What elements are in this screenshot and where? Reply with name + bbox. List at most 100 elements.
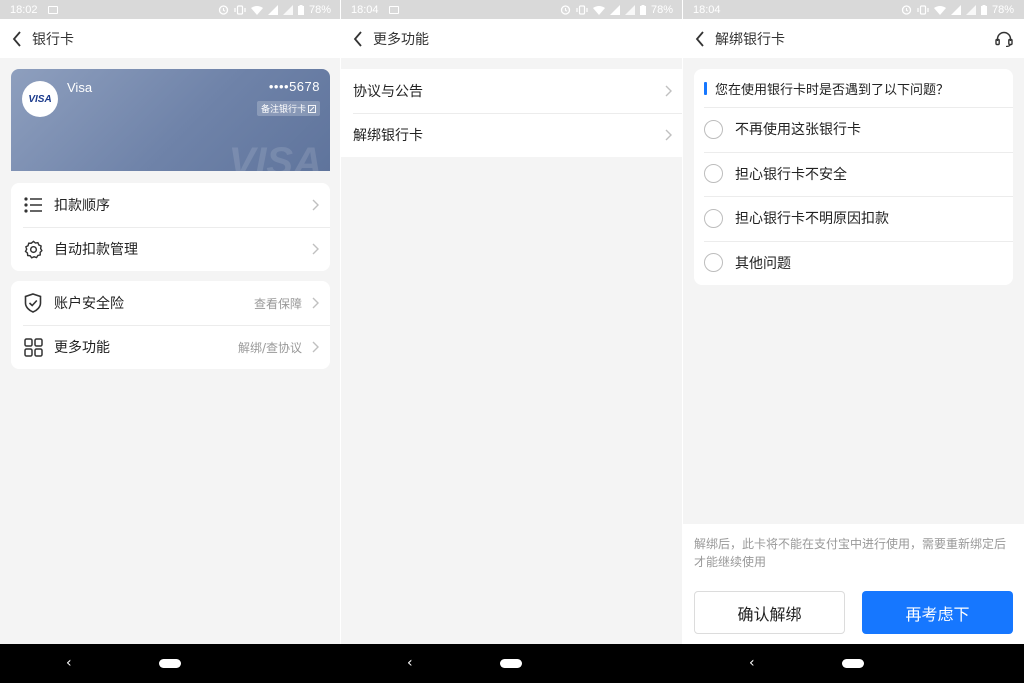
unbind-action-panel: 解绑后，此卡将不能在支付宝中进行使用，需要重新绑定后才能继续使用 确认解绑 再考…	[683, 524, 1024, 644]
page-title: 银行卡	[32, 31, 74, 48]
list-icon	[23, 195, 43, 215]
image-notification-icon	[47, 5, 58, 14]
remark-label: 备注银行卡	[260, 105, 306, 115]
chevron-right-icon	[661, 84, 675, 98]
unbind-notice: 解绑后，此卡将不能在支付宝中进行使用，需要重新绑定后才能继续使用	[694, 537, 1007, 569]
signal-icon-2	[965, 4, 976, 15]
battery-icon	[639, 4, 646, 15]
wifi-icon	[933, 5, 946, 15]
row-label: 协议与公告	[353, 84, 423, 100]
grid-icon	[23, 337, 43, 357]
back-button[interactable]	[343, 19, 373, 58]
row-agreements-announcements[interactable]: 协议与公告	[341, 69, 683, 113]
row-more-functions[interactable]: 更多功能 解绑/查协议	[11, 325, 330, 369]
wifi-icon	[592, 5, 605, 15]
chevron-left-icon	[12, 30, 21, 47]
vibrate-icon	[917, 4, 929, 15]
radio-button[interactable]	[704, 164, 723, 184]
row-label: 账户安全险	[54, 296, 124, 312]
signal-icon-2	[624, 4, 635, 15]
wifi-icon	[250, 5, 263, 15]
row-payment-order[interactable]: 扣款顺序	[11, 183, 330, 227]
radio-button[interactable]	[704, 208, 723, 228]
visa-logo-text: VISA	[28, 93, 52, 105]
top-bar: 银行卡	[0, 19, 341, 58]
reason-option-unsafe[interactable]: 担心银行卡不安全	[694, 151, 1013, 197]
system-nav-bar: ‹	[341, 644, 683, 683]
alarm-icon	[560, 5, 571, 15]
unbind-card-screen: 18:04 78% 解绑银行卡 您在使用银行卡时是否遇到了以下问题？ 不再使用这…	[683, 0, 1024, 683]
system-nav-bar: ‹	[0, 644, 341, 683]
chevron-right-icon	[661, 128, 675, 142]
bank-card-screen: 18:02 78% 银行卡 VISA Visa ••••5678 备注银行卡 V…	[0, 0, 341, 683]
signal-icon	[609, 4, 620, 15]
reason-option-unknown-debit[interactable]: 担心银行卡不明原因扣款	[694, 196, 1013, 241]
customer-service-button[interactable]	[992, 27, 1016, 51]
top-bar: 更多功能	[341, 19, 683, 58]
vibrate-icon	[576, 4, 588, 15]
system-back-button[interactable]: ‹	[749, 655, 755, 671]
unbind-reason-card: 您在使用银行卡时是否遇到了以下问题？ 不再使用这张银行卡 担心银行卡不安全 担心…	[694, 69, 1013, 285]
system-home-button[interactable]	[500, 659, 522, 668]
chevron-right-icon	[308, 296, 322, 310]
chevron-right-icon	[308, 242, 322, 256]
option-label: 不再使用这张银行卡	[735, 122, 861, 139]
system-back-button[interactable]: ‹	[407, 655, 413, 671]
radio-button[interactable]	[704, 119, 723, 139]
question-title: 您在使用银行卡时是否遇到了以下问题？	[694, 69, 1013, 107]
card-number: ••••5678	[268, 79, 320, 94]
question-text: 您在使用银行卡时是否遇到了以下问题？	[715, 82, 950, 98]
chevron-right-icon	[308, 340, 322, 354]
row-sublabel: 解绑/查协议	[237, 340, 302, 355]
alarm-icon	[901, 5, 912, 15]
system-home-button[interactable]	[842, 659, 864, 668]
battery-level: 78%	[991, 3, 1014, 16]
edit-icon	[308, 104, 316, 113]
row-label: 解绑银行卡	[353, 128, 423, 144]
headset-icon	[995, 31, 1013, 47]
vibrate-icon	[234, 4, 246, 15]
status-bar: 18:02 78%	[0, 0, 341, 19]
card-name: Visa	[67, 80, 93, 95]
page-title: 更多功能	[373, 31, 429, 48]
status-bar: 18:04 78%	[683, 0, 1024, 19]
signal-icon	[950, 4, 961, 15]
row-auto-debit[interactable]: 自动扣款管理	[11, 227, 330, 271]
back-button[interactable]	[685, 19, 715, 58]
battery-icon	[297, 4, 304, 15]
remark-card-button[interactable]: 备注银行卡	[256, 101, 320, 116]
row-label: 更多功能	[54, 340, 110, 356]
status-time: 18:04	[693, 3, 721, 16]
row-account-insurance[interactable]: 账户安全险 查看保障	[11, 281, 330, 325]
security-group: 账户安全险 查看保障 更多功能 解绑/查协议	[11, 281, 330, 369]
status-bar: 18:04 78%	[341, 0, 683, 19]
gear-icon	[23, 239, 43, 259]
signal-icon-2	[282, 4, 293, 15]
system-back-button[interactable]: ‹	[66, 655, 72, 671]
more-functions-list: 协议与公告 解绑银行卡	[341, 69, 683, 157]
more-functions-screen: 18:04 78% 更多功能 协议与公告 解绑银行卡 ‹	[341, 0, 683, 683]
accent-bar	[704, 81, 707, 95]
shield-icon	[23, 293, 43, 313]
status-time: 18:04	[351, 3, 379, 16]
option-label: 担心银行卡不明原因扣款	[735, 211, 889, 228]
status-time: 18:02	[10, 3, 38, 16]
row-sublabel: 查看保障	[253, 296, 302, 311]
reconsider-button[interactable]: 再考虑下	[862, 591, 1013, 634]
page-title: 解绑银行卡	[715, 31, 785, 48]
back-button[interactable]	[2, 19, 32, 58]
row-unbind-card[interactable]: 解绑银行卡	[341, 113, 683, 157]
system-home-button[interactable]	[159, 659, 181, 668]
visa-watermark: VISA	[228, 140, 322, 171]
reason-option-other[interactable]: 其他问题	[694, 240, 1013, 286]
payment-settings-group: 扣款顺序 自动扣款管理	[11, 183, 330, 271]
visa-logo: VISA	[22, 81, 58, 117]
battery-level: 78%	[650, 3, 673, 16]
reason-option-no-longer-use[interactable]: 不再使用这张银行卡	[694, 107, 1013, 152]
bank-card[interactable]: VISA Visa ••••5678 备注银行卡 VISA	[11, 69, 330, 171]
signal-icon	[267, 4, 278, 15]
radio-button[interactable]	[704, 253, 723, 273]
alarm-icon	[218, 5, 229, 15]
confirm-unbind-button[interactable]: 确认解绑	[694, 591, 845, 634]
image-notification-icon	[388, 5, 399, 14]
